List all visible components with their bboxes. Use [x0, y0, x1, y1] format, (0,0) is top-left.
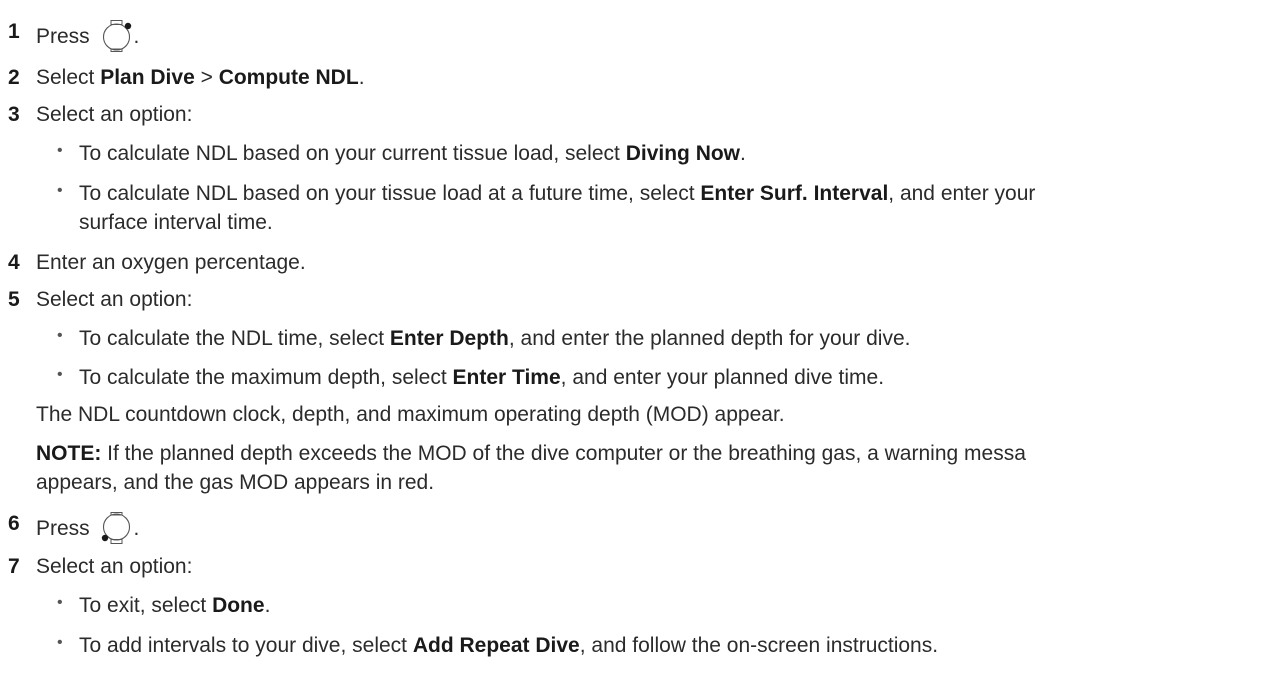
menu-term: Add Repeat Dive [412, 634, 580, 657]
menu-term: Plan Dive [100, 66, 195, 89]
menu-term: Enter Depth [389, 327, 509, 350]
step-number: 6 [8, 512, 20, 535]
step-text: Select an option: [36, 288, 193, 311]
text-run: To calculate the NDL time, select [79, 327, 390, 350]
text-run: To exit, select [79, 594, 213, 617]
menu-term: Enter Time [452, 366, 561, 389]
step-number: 3 [8, 103, 20, 126]
step-punctuation: . [133, 25, 140, 48]
list-item-text: To calculate the maximum depth, select E… [79, 366, 884, 390]
bullet-icon: • [57, 142, 63, 159]
note-label: NOTE: [36, 442, 102, 465]
step-text: Select an option: [36, 103, 193, 126]
step-text: Select Plan Dive > Compute NDL. [36, 66, 365, 90]
step-text: Enter an oxygen percentage. [36, 251, 306, 274]
list-item-text: To calculate NDL based on your current t… [79, 142, 746, 166]
instructions-document: 1 Press . 2 Select Plan Dive > Compute N… [0, 0, 1286, 693]
list-item-text: To calculate the NDL time, select Enter … [79, 327, 911, 351]
list-item-text: To calculate NDL based on your tissue lo… [79, 182, 1035, 206]
watch-button-bottom-left-icon [100, 512, 134, 544]
bullet-icon: • [57, 182, 63, 199]
step-text: Select an option: [36, 555, 193, 578]
step-number: 4 [8, 251, 20, 274]
text-run: To calculate NDL based on your tissue lo… [79, 182, 701, 205]
step-label: Press [36, 517, 90, 540]
step-number: 7 [8, 555, 20, 578]
step-text: Press . [36, 512, 140, 544]
result-paragraph: The NDL countdown clock, depth, and maxi… [36, 403, 785, 426]
step-text: Press . [36, 20, 140, 52]
text-run: To add intervals to your dive, select [79, 634, 413, 657]
text-run: To calculate the maximum depth, select [79, 366, 453, 389]
step-number: 1 [8, 20, 20, 43]
menu-term: Done [212, 594, 265, 617]
menu-term: Enter Surf. Interval [700, 182, 889, 205]
menu-term: Compute NDL [218, 66, 359, 89]
step-punctuation: . [133, 517, 140, 540]
menu-term: Diving Now [625, 142, 741, 165]
text-run: , and follow the on-screen instructions. [579, 634, 939, 657]
note-paragraph: NOTE: If the planned depth exceeds the M… [36, 442, 1026, 466]
text-run: , and enter your [888, 182, 1036, 205]
text-run: . [264, 594, 271, 617]
list-item-text: To add intervals to your dive, select Ad… [79, 634, 938, 658]
text-run: . [740, 142, 746, 165]
note-paragraph-continuation: appears, and the gas MOD appears in red. [36, 471, 435, 494]
list-item-text: To exit, select Done. [79, 594, 270, 618]
bullet-icon: • [57, 366, 63, 383]
step-label: Press [36, 25, 90, 48]
text-run: Select [36, 66, 101, 89]
list-item-text: surface interval time. [79, 211, 273, 234]
text-run: , and enter the planned depth for your d… [508, 327, 911, 350]
text-run: , and enter your planned dive time. [560, 366, 885, 389]
watch-button-top-right-icon [100, 20, 134, 52]
note-text: If the planned depth exceeds the MOD of … [101, 442, 1026, 465]
step-number: 2 [8, 66, 20, 89]
text-run: . [358, 66, 365, 89]
bullet-icon: • [57, 594, 63, 611]
bullet-icon: • [57, 634, 63, 651]
bullet-icon: • [57, 327, 63, 344]
text-run: > [194, 66, 219, 89]
text-run: To calculate NDL based on your current t… [79, 142, 626, 165]
step-number: 5 [8, 288, 20, 311]
